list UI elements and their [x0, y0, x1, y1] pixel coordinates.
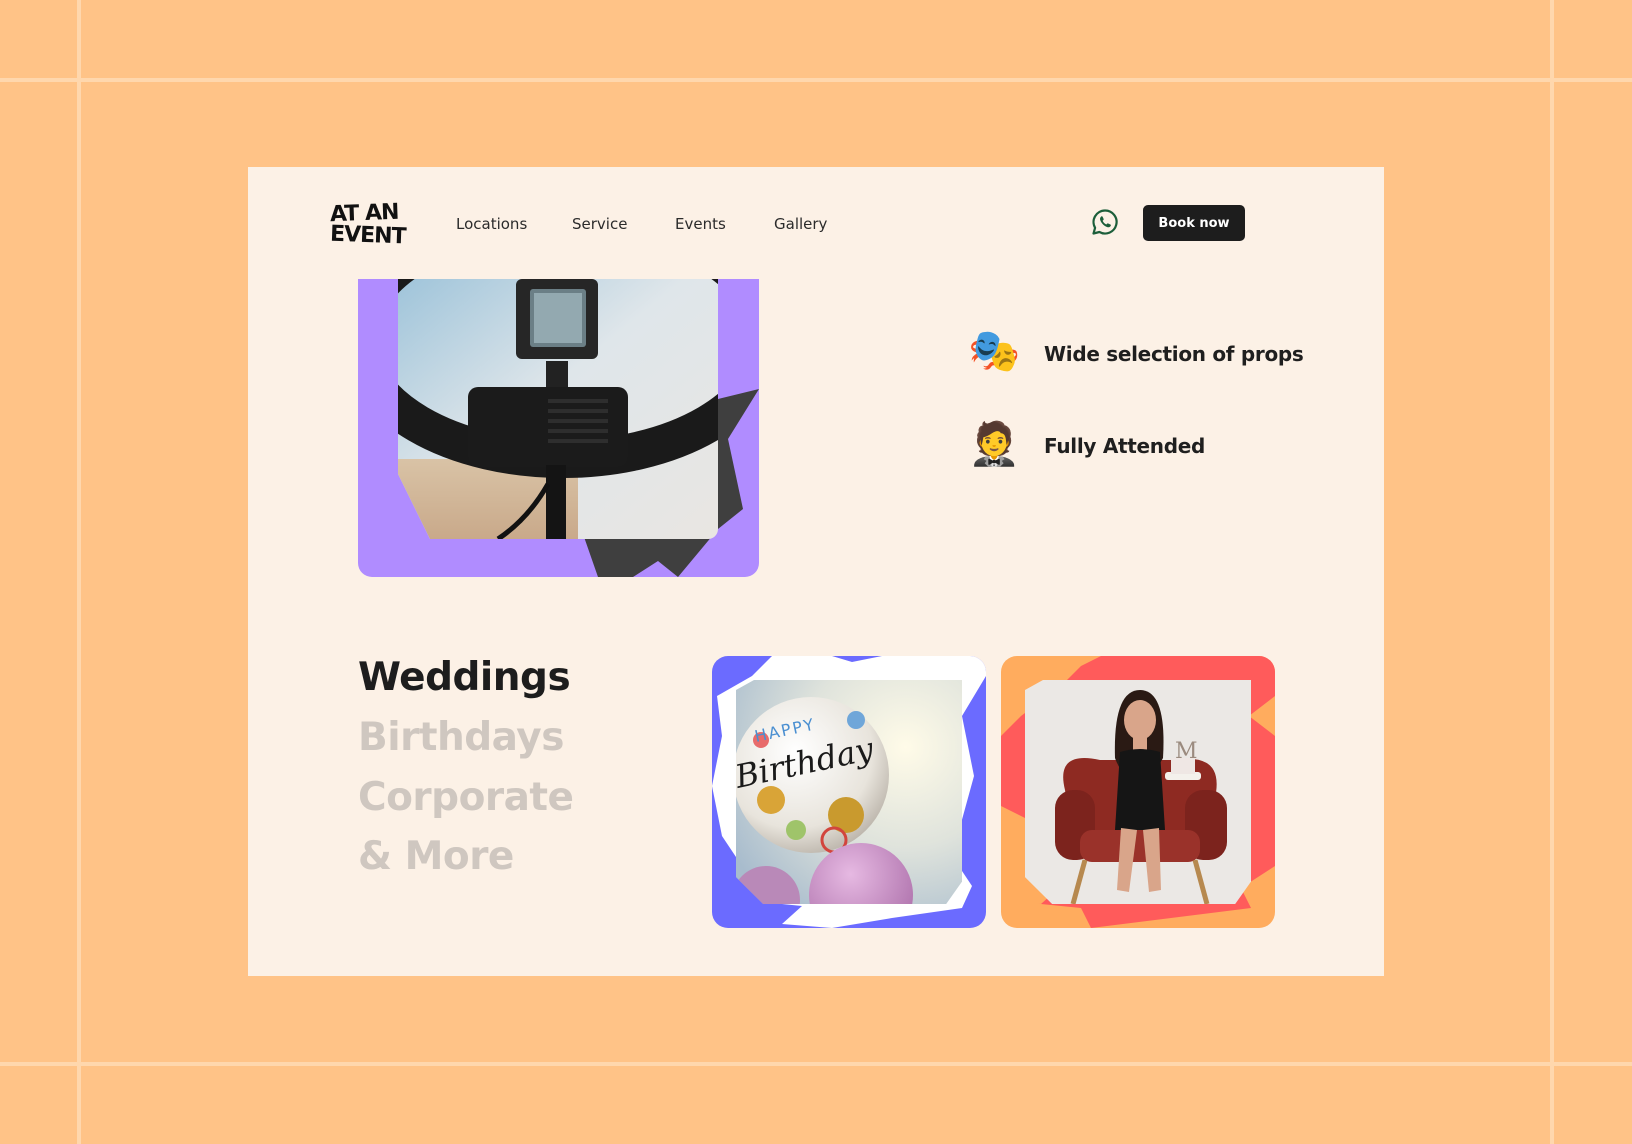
- birthday-balloon-photo: HAPPY Birthday: [736, 680, 962, 904]
- grid-line: [0, 78, 1632, 82]
- grid-line: [0, 1062, 1632, 1066]
- grid-line: [1550, 0, 1554, 1144]
- feature-label: Fully Attended: [1044, 434, 1206, 458]
- brand-logo[interactable]: AT AN EVENT: [329, 200, 406, 250]
- event-type-weddings[interactable]: Weddings: [358, 656, 571, 700]
- nav-link-locations[interactable]: Locations: [456, 215, 527, 233]
- birthday-balloon-card[interactable]: HAPPY Birthday: [712, 656, 986, 928]
- nav-link-service[interactable]: Service: [572, 215, 627, 233]
- hero-image-card: [358, 279, 759, 577]
- logo-line-2: EVENT: [329, 221, 406, 250]
- nav-link-events[interactable]: Events: [675, 215, 726, 233]
- svg-text:M: M: [1175, 739, 1198, 764]
- woman-in-chair-card[interactable]: M: [1001, 656, 1275, 928]
- feature-label: Wide selection of props: [1044, 342, 1304, 366]
- nav-link-gallery[interactable]: Gallery: [774, 215, 827, 233]
- event-type-corporate[interactable]: Corporate: [358, 776, 574, 820]
- landing-page-frame: AT AN EVENT Locations Service Events Gal…: [248, 167, 1384, 976]
- performing-arts-masks-icon: 🎭: [968, 327, 1021, 374]
- ring-light-camera-photo: [398, 279, 718, 539]
- whatsapp-icon[interactable]: [1091, 208, 1119, 236]
- man-in-tuxedo-icon: 🤵: [968, 420, 1021, 467]
- event-type-birthdays[interactable]: Birthdays: [358, 716, 564, 760]
- woman-in-chair-photo: M: [1025, 680, 1251, 904]
- book-now-button[interactable]: Book now: [1143, 205, 1245, 241]
- event-type-more[interactable]: & More: [358, 835, 514, 879]
- grid-line: [77, 0, 81, 1144]
